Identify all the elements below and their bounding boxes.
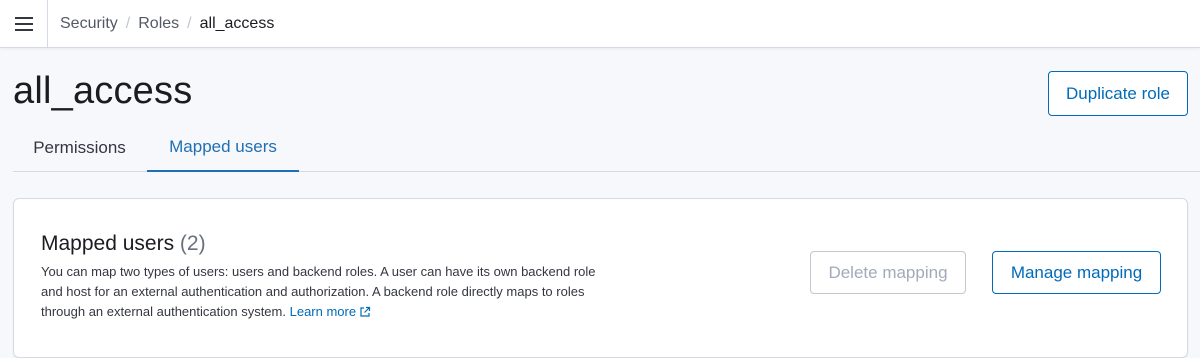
learn-more-label: Learn more [289, 304, 357, 319]
tab-mapped-users[interactable]: Mapped users [147, 124, 299, 172]
hamburger-menu-icon [14, 17, 33, 31]
panel-description: You can map two types of users: users an… [41, 262, 601, 322]
menu-toggle-button[interactable] [0, 0, 48, 48]
delete-mapping-button[interactable]: Delete mapping [810, 251, 966, 294]
manage-mapping-button[interactable]: Manage mapping [992, 251, 1161, 294]
external-link-icon [360, 306, 371, 317]
breadcrumb-separator: / [125, 15, 131, 32]
breadcrumb: Security / Roles / all_access [60, 0, 274, 48]
panel-title-text: Mapped users [41, 232, 175, 255]
mapped-users-panel: Mapped users (2) You can map two types o… [13, 198, 1188, 358]
mapped-users-count: (2) [179, 232, 206, 255]
breadcrumb-roles[interactable]: Roles [138, 15, 179, 33]
page-title: all_access [13, 70, 193, 112]
tab-permissions[interactable]: Permissions [13, 124, 146, 172]
learn-more-link[interactable]: Learn more [290, 304, 371, 319]
duplicate-role-button[interactable]: Duplicate role [1048, 71, 1188, 116]
breadcrumb-security[interactable]: Security [60, 15, 118, 33]
panel-title: Mapped users (2) [41, 232, 206, 256]
breadcrumb-current: all_access [199, 15, 275, 32]
breadcrumb-separator: / [187, 15, 192, 32]
top-header-bar: Security / Roles / all_access [0, 0, 1200, 48]
tab-bar: Permissions Mapped users [13, 124, 1200, 172]
